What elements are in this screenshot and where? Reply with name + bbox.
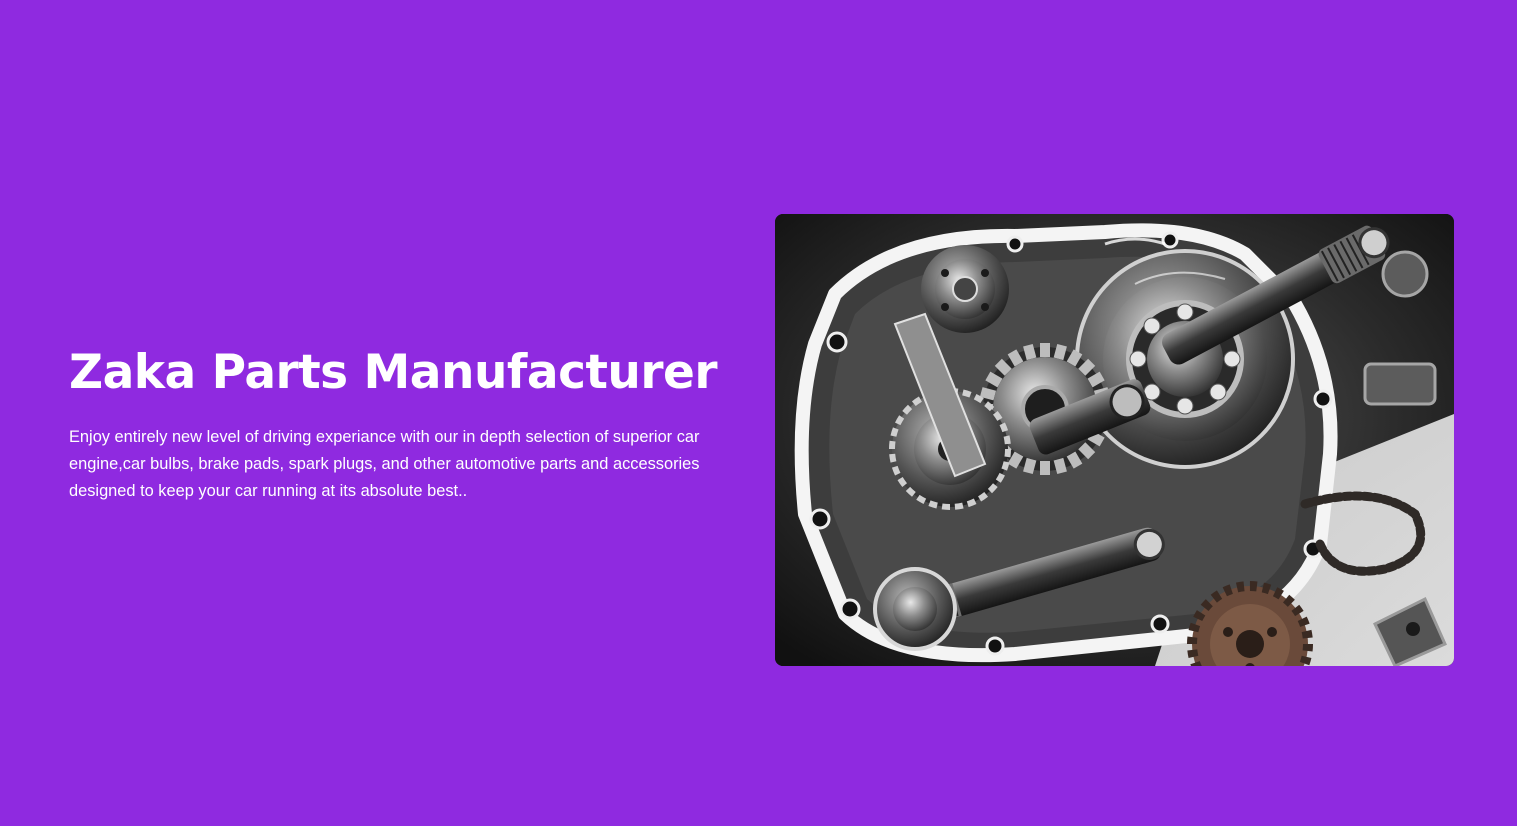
hero-description: Enjoy entirely new level of driving expe…: [69, 428, 700, 500]
engine-illustration: [775, 214, 1454, 666]
engine-gearbox-photo: [775, 214, 1454, 666]
hero-title: Zaka Parts Manufacturer: [69, 345, 718, 400]
hero-text-block: Zaka Parts Manufacturer Enjoy entirely n…: [69, 342, 769, 505]
